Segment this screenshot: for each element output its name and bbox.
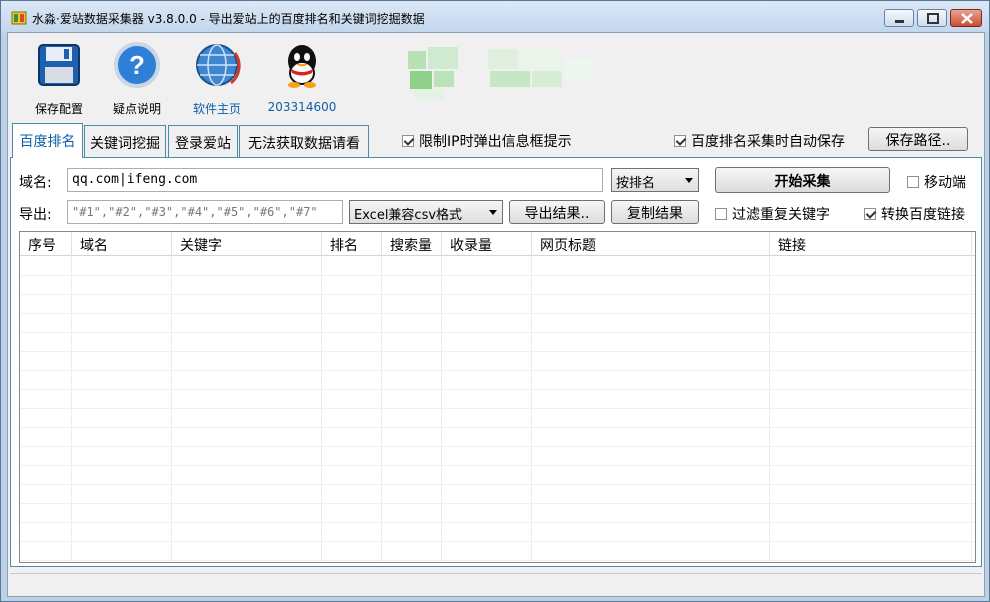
- mobile-label: 移动端: [924, 175, 966, 191]
- checkbox-box: [715, 208, 727, 220]
- export-result-button[interactable]: 导出结果..: [509, 200, 605, 224]
- svg-text:?: ?: [129, 50, 145, 80]
- table-column: [382, 256, 442, 562]
- checkbox-box: [674, 135, 686, 147]
- table-column: [172, 256, 322, 562]
- qq-contact-link[interactable]: 203314600: [264, 33, 340, 119]
- filter-duplicate-label: 过滤重复关键字: [732, 207, 830, 223]
- homepage-link[interactable]: 软件主页: [179, 33, 255, 119]
- homepage-label: 软件主页: [192, 102, 241, 116]
- save-path-button[interactable]: 保存路径..: [868, 127, 968, 151]
- window-title: 水淼·爱站数据采集器 v3.8.0.0 - 导出爱站上的百度排名和关键词挖掘数据: [32, 12, 425, 26]
- limit-ip-popup-checkbox[interactable]: 限制IP时弹出信息框提示: [402, 131, 572, 151]
- maximize-icon: [927, 13, 939, 24]
- auto-save-label: 百度排名采集时自动保存: [691, 134, 845, 150]
- table-row: [20, 370, 975, 371]
- column-header-index[interactable]: 序号: [20, 232, 72, 256]
- column-header-indexed[interactable]: 收录量: [442, 232, 532, 256]
- table-header: 序号 域名 关键字 排名 搜索量 收录量 网页标题 链接: [20, 232, 975, 256]
- blurred-logo-image: [408, 47, 592, 99]
- main-client: 保存配置 ? 疑点说明 软件主页 203314600 百度排名 关键词挖掘 登录…: [7, 32, 985, 597]
- column-header-domain[interactable]: 域名: [72, 232, 172, 256]
- table-column: [442, 256, 532, 562]
- convert-link-checkbox[interactable]: 转换百度链接: [864, 204, 965, 224]
- column-header-search-volume[interactable]: 搜索量: [382, 232, 442, 256]
- qq-number: 203314600: [267, 100, 337, 114]
- table-row: [20, 503, 975, 504]
- maximize-button[interactable]: [917, 9, 947, 27]
- tab-strip: 百度排名 关键词挖掘 登录爱站 无法获取数据请看 限制IP时弹出信息框提示 百度…: [8, 123, 984, 158]
- column-header-keyword[interactable]: 关键字: [172, 232, 322, 256]
- tab-help-no-data[interactable]: 无法获取数据请看: [239, 125, 369, 157]
- title-bar[interactable]: 水淼·爱站数据采集器 v3.8.0.0 - 导出爱站上的百度排名和关键词挖掘数据: [1, 1, 989, 33]
- status-bar: [10, 573, 982, 595]
- domain-input[interactable]: qq.com|ifeng.com: [67, 168, 603, 192]
- table-row: [20, 294, 975, 295]
- checkbox-box: [907, 176, 919, 188]
- column-header-page-title[interactable]: 网页标题: [532, 232, 770, 256]
- table-column: [322, 256, 382, 562]
- tab-baidu-rank[interactable]: 百度排名: [12, 123, 83, 158]
- table-row: [20, 427, 975, 428]
- tab-keyword-mining[interactable]: 关键词挖掘: [84, 125, 166, 157]
- close-icon: [961, 13, 973, 24]
- table-row: [20, 541, 975, 542]
- chevron-down-icon: [685, 178, 693, 183]
- save-config-label: 保存配置: [34, 102, 83, 116]
- format-select-value: Excel兼容csv格式: [354, 208, 463, 223]
- chevron-down-icon: [489, 210, 497, 215]
- baidu-rank-panel: 域名: qq.com|ifeng.com 按排名 开始采集 移动端 导出: "#…: [10, 157, 982, 567]
- tab-login-aizhan[interactable]: 登录爱站: [168, 125, 238, 157]
- export-label: 导出:: [19, 207, 52, 223]
- minimize-icon: [895, 20, 904, 23]
- qq-penguin-icon: [288, 45, 316, 88]
- table-column: [20, 256, 72, 562]
- table-row: [20, 275, 975, 276]
- results-table[interactable]: 序号 域名 关键字 排名 搜索量 收录量 网页标题 链接: [19, 231, 976, 563]
- table-column: [72, 256, 172, 562]
- checkbox-box: [864, 208, 876, 220]
- save-config-button[interactable]: 保存配置: [21, 33, 97, 119]
- table-column: [770, 256, 972, 562]
- table-row: [20, 465, 975, 466]
- filter-duplicate-checkbox[interactable]: 过滤重复关键字: [715, 204, 830, 224]
- start-collect-button[interactable]: 开始采集: [715, 167, 890, 193]
- column-header-link[interactable]: 链接: [770, 232, 972, 256]
- limit-ip-popup-label: 限制IP时弹出信息框提示: [419, 134, 572, 150]
- export-template-input[interactable]: "#1","#2","#3","#4","#5","#6","#7": [67, 200, 343, 224]
- globe-icon: [196, 44, 241, 86]
- copy-result-button[interactable]: 复制结果: [611, 200, 699, 224]
- close-button[interactable]: [950, 9, 982, 27]
- faq-button[interactable]: ? 疑点说明: [99, 33, 175, 119]
- app-window: 水淼·爱站数据采集器 v3.8.0.0 - 导出爱站上的百度排名和关键词挖掘数据…: [0, 0, 990, 602]
- help-icon: ?: [114, 42, 160, 88]
- table-row: [20, 313, 975, 314]
- table-row: [20, 522, 975, 523]
- table-row: [20, 560, 975, 561]
- mobile-checkbox[interactable]: 移动端: [907, 172, 966, 192]
- domain-label: 域名:: [19, 175, 52, 191]
- checkbox-box: [402, 135, 414, 147]
- table-row: [20, 446, 975, 447]
- table-row: [20, 408, 975, 409]
- column-header-rank[interactable]: 排名: [322, 232, 382, 256]
- table-column: [532, 256, 770, 562]
- sort-select-value: 按排名: [616, 176, 656, 191]
- faq-label: 疑点说明: [112, 102, 161, 116]
- table-row: [20, 351, 975, 352]
- table-row: [20, 484, 975, 485]
- table-row: [20, 389, 975, 390]
- minimize-button[interactable]: [884, 9, 914, 27]
- app-icon: [11, 11, 27, 25]
- floppy-disk-icon: [38, 44, 80, 86]
- table-row: [20, 332, 975, 333]
- sort-select[interactable]: 按排名: [611, 168, 699, 192]
- format-select[interactable]: Excel兼容csv格式: [349, 200, 503, 224]
- auto-save-checkbox[interactable]: 百度排名采集时自动保存: [674, 131, 845, 151]
- convert-link-label: 转换百度链接: [881, 207, 965, 223]
